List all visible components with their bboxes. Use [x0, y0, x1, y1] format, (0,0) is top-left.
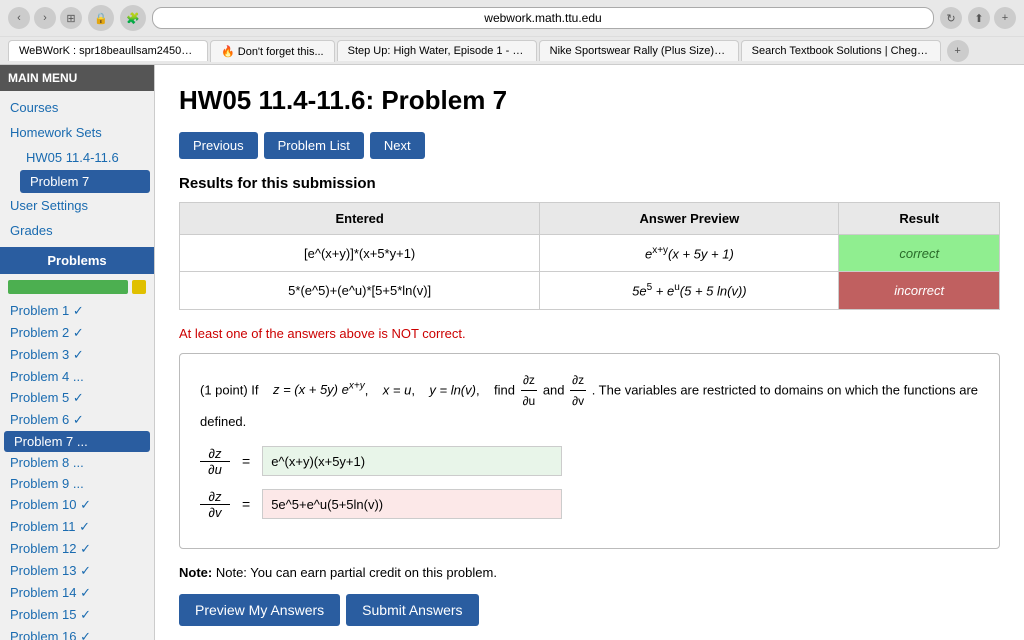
progress-bar-container: [0, 274, 154, 300]
sidebar-hw05-link[interactable]: HW05 11.4-11.6: [16, 145, 154, 170]
problem-list-item-3[interactable]: Problem 3 ✓: [0, 344, 154, 366]
col-preview: Answer Preview: [540, 203, 839, 235]
tab-webwork[interactable]: WeBWorK : spr18beaullsam2450sD01sH0...: [8, 40, 208, 61]
problems-header: Problems: [0, 247, 154, 274]
preview-answers-button[interactable]: Preview My Answers: [179, 594, 340, 626]
browser-toolbar: ‹ › ⊞ 🔒 🧩 ↻ ⬆ +: [0, 0, 1024, 36]
problem-list-item-12[interactable]: Problem 12 ✓: [0, 538, 154, 560]
problem-list-item-16[interactable]: Problem 16 ✓: [0, 626, 154, 640]
security-icon[interactable]: 🔒: [88, 5, 114, 31]
results-title: Results for this submission: [179, 175, 1000, 192]
new-tab-icon[interactable]: +: [994, 7, 1016, 29]
sidebar-settings-link[interactable]: User Settings: [0, 193, 154, 218]
problem-list-item-11[interactable]: Problem 11 ✓: [0, 516, 154, 538]
result-1: correct: [839, 235, 1000, 272]
problem-box: (1 point) If z = (x + 5y) ex+y, x = u, y…: [179, 353, 1000, 549]
problem-list-item-6[interactable]: Problem 6 ✓: [0, 409, 154, 431]
tabs-button[interactable]: ⊞: [60, 7, 82, 29]
result-2: incorrect: [839, 272, 1000, 309]
navigation-buttons: Previous Problem List Next: [179, 132, 1000, 159]
preview-2: 5e5 + eu(5 + 5 ln(v)): [540, 272, 839, 309]
dz-dv-input[interactable]: [262, 489, 562, 519]
tab-fire[interactable]: 🔥 Don't forget this...: [210, 40, 335, 62]
table-row: [e^(x+y)]*(x+5*y+1) ex+y(x + 5y + 1) cor…: [180, 235, 1000, 272]
page-title: HW05 11.4-11.6: Problem 7: [179, 85, 1000, 116]
error-message: At least one of the answers above is NOT…: [179, 326, 1000, 341]
new-tab-button[interactable]: +: [947, 40, 969, 62]
nav-buttons: ‹ › ⊞: [8, 7, 82, 29]
problem-list-item-9[interactable]: Problem 9 ...: [0, 473, 154, 494]
next-button[interactable]: Next: [370, 132, 425, 159]
problem-list-item-10[interactable]: Problem 10 ✓: [0, 494, 154, 516]
problem-list-item-8[interactable]: Problem 8 ...: [0, 452, 154, 473]
reload-icon[interactable]: ↻: [940, 7, 962, 29]
sidebar-courses-link[interactable]: Courses: [0, 95, 154, 120]
input-row-2: ∂z ∂v =: [200, 489, 979, 520]
sidebar: MAIN MENU Courses Homework Sets HW05 11.…: [0, 65, 155, 640]
sidebar-grades-link[interactable]: Grades: [0, 218, 154, 243]
tab-bar: WeBWorK : spr18beaullsam2450sD01sH0... 🔥…: [0, 36, 1024, 64]
equals-1: =: [242, 453, 250, 469]
progress-bar-green: [8, 280, 128, 294]
col-entered: Entered: [180, 203, 540, 235]
problem-list-item-13[interactable]: Problem 13 ✓: [0, 560, 154, 582]
input-row-1: ∂z ∂u =: [200, 446, 979, 477]
tab-chegg[interactable]: Search Textbook Solutions | Chegg.c...: [741, 40, 941, 61]
app-container: MAIN MENU Courses Homework Sets HW05 11.…: [0, 65, 1024, 640]
entered-2: 5*(e^5)+(e^u)*[5+5*ln(v)]: [180, 272, 540, 309]
problem-list-item-4[interactable]: Problem 4 ...: [0, 366, 154, 387]
share-icon[interactable]: ⬆: [968, 7, 990, 29]
submit-answers-button[interactable]: Submit Answers: [346, 594, 478, 626]
tab-nike[interactable]: Nike Sportswear Rally (Plus Size) Wo...: [539, 40, 739, 61]
note-text: Note: Note: You can earn partial credit …: [179, 565, 1000, 580]
sidebar-header: MAIN MENU: [0, 65, 154, 91]
problem-list-item-14[interactable]: Problem 14 ✓: [0, 582, 154, 604]
extension-icon[interactable]: 🧩: [120, 5, 146, 31]
main-content: HW05 11.4-11.6: Problem 7 Previous Probl…: [155, 65, 1024, 640]
dz-du-input[interactable]: [262, 446, 562, 476]
tab-step-up[interactable]: Step Up: High Water, Episode 1 - UNC...: [337, 40, 537, 61]
col-result: Result: [839, 203, 1000, 235]
dz-dv-label: ∂z ∂v: [200, 489, 230, 520]
results-table: Entered Answer Preview Result [e^(x+y)]*…: [179, 202, 1000, 310]
action-buttons: Preview My Answers Submit Answers: [179, 594, 1000, 626]
problem-list-item-2[interactable]: Problem 2 ✓: [0, 322, 154, 344]
dz-du-label: ∂z ∂u: [200, 446, 230, 477]
sidebar-homework-link[interactable]: Homework Sets: [0, 120, 154, 145]
problem-list-button[interactable]: Problem List: [264, 132, 364, 159]
preview-1: ex+y(x + 5y + 1): [540, 235, 839, 272]
forward-button[interactable]: ›: [34, 7, 56, 29]
problem-statement: (1 point) If z = (x + 5y) ex+y, x = u, y…: [200, 370, 979, 434]
previous-button[interactable]: Previous: [179, 132, 258, 159]
problem-list-item-5[interactable]: Problem 5 ✓: [0, 387, 154, 409]
equals-2: =: [242, 496, 250, 512]
problem-list-item-1[interactable]: Problem 1 ✓: [0, 300, 154, 322]
problem-list: Problem 1 ✓Problem 2 ✓Problem 3 ✓Problem…: [0, 300, 154, 640]
sidebar-nav: Courses Homework Sets HW05 11.4-11.6 Pro…: [0, 91, 154, 247]
browser-chrome: ‹ › ⊞ 🔒 🧩 ↻ ⬆ + WeBWorK : spr18beaullsam…: [0, 0, 1024, 65]
progress-bar-yellow: [132, 280, 146, 294]
address-bar[interactable]: [152, 7, 934, 29]
back-button[interactable]: ‹: [8, 7, 30, 29]
table-row: 5*(e^5)+(e^u)*[5+5*ln(v)] 5e5 + eu(5 + 5…: [180, 272, 1000, 309]
problem-list-item-7[interactable]: Problem 7 ...: [4, 431, 150, 452]
entered-1: [e^(x+y)]*(x+5*y+1): [180, 235, 540, 272]
sidebar-problem7-link[interactable]: Problem 7: [20, 170, 150, 193]
problem-list-item-15[interactable]: Problem 15 ✓: [0, 604, 154, 626]
